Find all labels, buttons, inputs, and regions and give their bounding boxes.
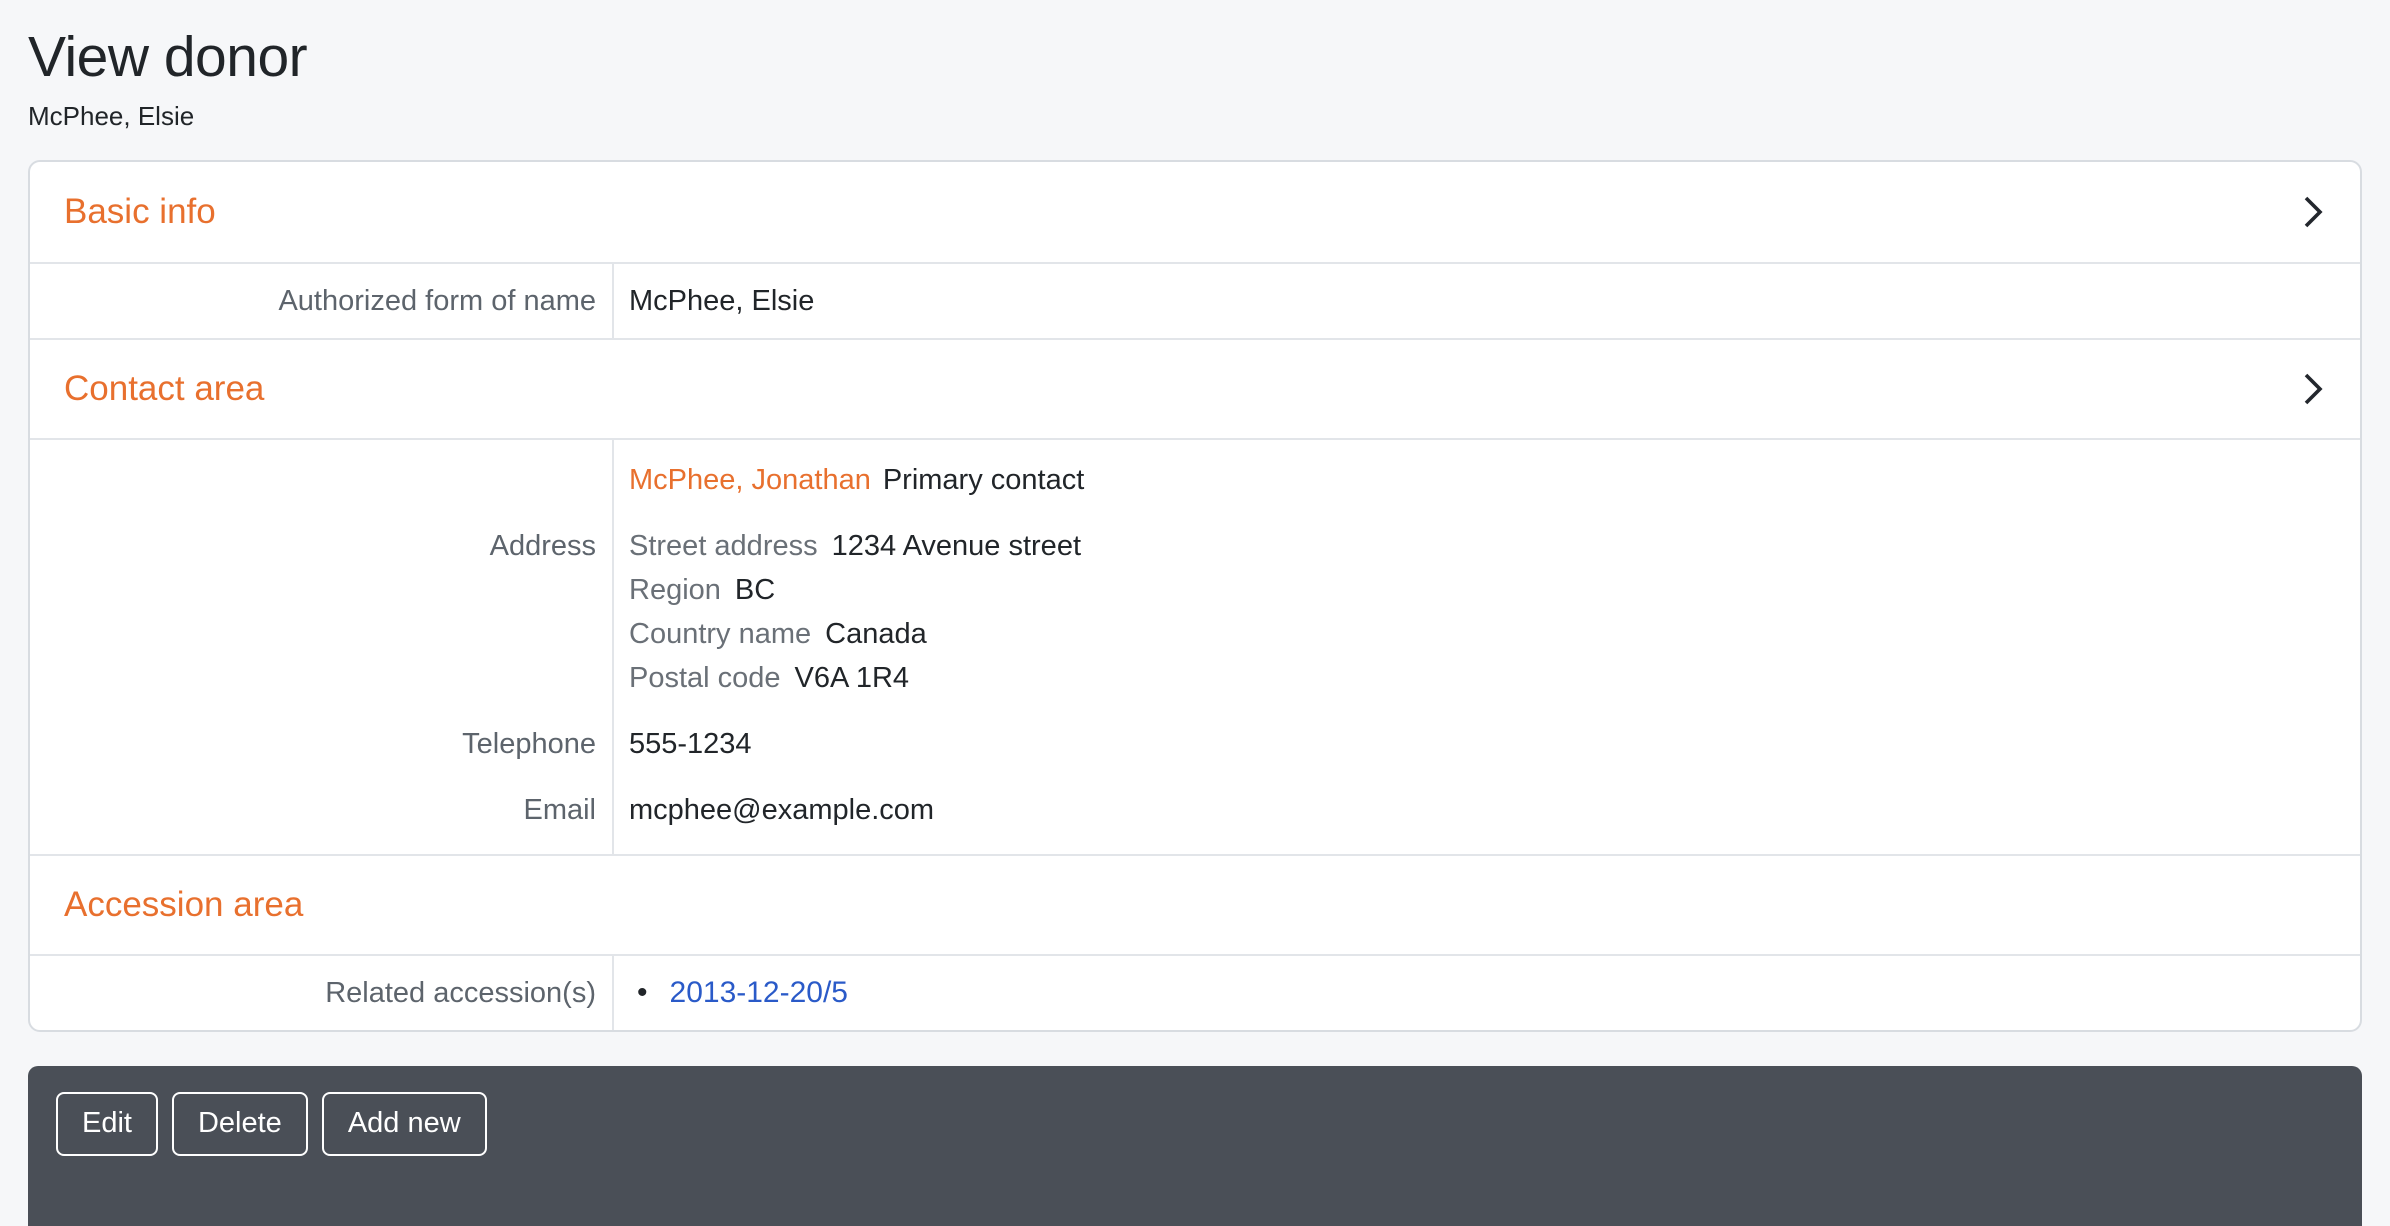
address-sub-label: Street address [629, 524, 818, 568]
section-header-basic-info[interactable]: Basic info [30, 162, 2360, 262]
address-line: Country name Canada [629, 612, 2344, 656]
add-new-button[interactable]: Add new [322, 1092, 487, 1156]
list-bullet: • [637, 971, 648, 1015]
field-label-address: Address [30, 513, 614, 711]
address-fields: Street address 1234 Avenue street Region… [614, 513, 2360, 711]
address-sub-value: Canada [825, 612, 927, 656]
field-value-related-accessions: • 2013-12-20/5 [614, 956, 2360, 1030]
field-label-telephone: Telephone [30, 711, 614, 777]
field-value: McPhee, Elsie [614, 264, 2360, 338]
page: View donor McPhee, Elsie Basic info Auth… [0, 26, 2390, 1032]
field-row-related-accessions: Related accession(s) • 2013-12-20/5 [30, 954, 2360, 1030]
field-label-related-accessions: Related accession(s) [30, 956, 614, 1030]
action-bar: Edit Delete Add new [28, 1066, 2362, 1226]
address-sub-value: 1234 Avenue street [832, 524, 1081, 568]
address-sub-label: Region [629, 568, 721, 612]
field-row-authorized-form-of-name: Authorized form of name McPhee, Elsie [30, 262, 2360, 338]
field-label-empty [30, 440, 614, 513]
section-title-contact-area: Contact area [64, 369, 264, 409]
address-sub-label: Country name [629, 612, 811, 656]
field-label: Authorized form of name [30, 264, 614, 338]
address-line: Street address 1234 Avenue street [629, 524, 2344, 568]
address-sub-label: Postal code [629, 656, 781, 700]
address-line: Postal code V6A 1R4 [629, 656, 2344, 700]
page-subtitle: McPhee, Elsie [28, 101, 2362, 132]
related-accession-link[interactable]: 2013-12-20/5 [670, 971, 848, 1015]
section-title-basic-info: Basic info [64, 192, 216, 232]
field-value-email: mcphee@example.com [614, 777, 2360, 854]
address-line: Region BC [629, 568, 2344, 612]
chevron-right-icon[interactable] [2302, 370, 2324, 408]
edit-button[interactable]: Edit [56, 1092, 158, 1156]
section-title-accession-area: Accession area [64, 885, 303, 925]
primary-contact-suffix: Primary contact [883, 458, 1084, 502]
field-value-telephone: 555-1234 [614, 711, 2360, 777]
section-header-contact-area[interactable]: Contact area [30, 338, 2360, 438]
primary-contact-line: McPhee, Jonathan Primary contact [614, 440, 2360, 513]
address-sub-value: BC [735, 568, 775, 612]
field-label-email: Email [30, 777, 614, 854]
address-sub-value: V6A 1R4 [795, 656, 909, 700]
section-header-accession-area: Accession area [30, 854, 2360, 954]
page-title: View donor [28, 26, 2362, 89]
chevron-right-icon[interactable] [2302, 193, 2324, 231]
delete-button[interactable]: Delete [172, 1092, 308, 1156]
primary-contact-link[interactable]: McPhee, Jonathan [629, 458, 871, 502]
donor-details-card: Basic info Authorized form of name McPhe… [28, 160, 2362, 1032]
contact-block: McPhee, Jonathan Primary contact Address… [30, 438, 2360, 854]
